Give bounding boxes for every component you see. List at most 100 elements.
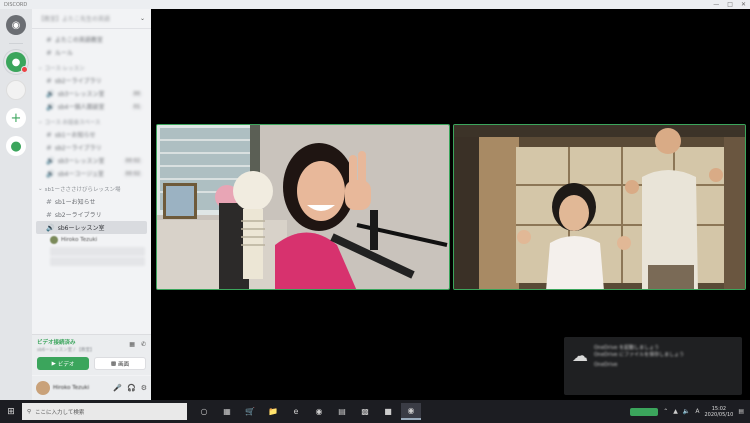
- category-header[interactable]: ⌄ sb1ーさささけびらレッスン場: [32, 180, 151, 195]
- channel-item[interactable]: 🔊 sb4ー個人面談室 01: [36, 100, 147, 113]
- taskbar-apps: ○ ▦ 🛒 📁 e ◉ ▤ ▩ ■ ◉: [194, 403, 421, 420]
- voice-member-blurred[interactable]: [50, 247, 145, 256]
- screen-share-button[interactable]: ▩ 画面: [94, 357, 146, 370]
- video-feed-students: [454, 125, 745, 289]
- onedrive-notification[interactable]: ☁ OneDrive を起動しましょう OneDrive にファイルを保存しまし…: [564, 337, 742, 395]
- channel-item[interactable]: 🔊 sb3ーレッスン室 00 02: [36, 154, 147, 167]
- category-header[interactable]: ⌄ コース·お話会スペース: [32, 113, 151, 128]
- chevron-icon: ⌄: [38, 186, 43, 192]
- user-bar: Hiroko Tezuki 🎤 🎧 ⚙: [32, 376, 151, 400]
- notification-app: OneDrive: [594, 362, 618, 368]
- hash-icon: #: [46, 48, 52, 57]
- channel-item[interactable]: # sb2ーライブラリ: [36, 208, 147, 221]
- explore-servers-button[interactable]: ●: [6, 136, 26, 156]
- speaker-icon: 🔊: [46, 102, 55, 111]
- close-icon[interactable]: ✕: [741, 1, 746, 8]
- channel-label: ルール: [54, 50, 73, 57]
- speaker-icon: 🔊: [46, 156, 55, 165]
- minimize-icon[interactable]: —: [713, 1, 719, 8]
- volume-icon[interactable]: 🔈: [683, 408, 690, 415]
- channel-item-selected[interactable]: 🔊 sb6ーレッスン室: [36, 221, 147, 234]
- video-tile[interactable]: [453, 124, 746, 290]
- channel-label: sb3ーレッスン室: [57, 158, 105, 165]
- compass-icon: ●: [10, 138, 22, 154]
- store-icon[interactable]: 🛒: [240, 403, 260, 420]
- channel-label: sb3ーレッスン室: [57, 91, 105, 98]
- server-icon-active[interactable]: ●: [6, 52, 28, 73]
- window-title: DISCORD: [4, 1, 28, 8]
- channel-item[interactable]: 🔊 sb4ーコージュ室 00 02: [36, 167, 147, 180]
- voice-member-blurred[interactable]: [50, 257, 145, 266]
- channel-label: sb6ーレッスン室: [57, 225, 105, 232]
- category-title: コース·お話会スペース: [44, 120, 101, 126]
- disconnect-icon[interactable]: ✆: [141, 341, 146, 348]
- avatar: [50, 236, 58, 244]
- document-icon[interactable]: ▤: [332, 403, 352, 420]
- server-icon[interactable]: [6, 80, 26, 100]
- notification-title: OneDrive を起動しましょう: [594, 345, 660, 351]
- channel-item[interactable]: # sb2ーライブラリ: [36, 141, 147, 154]
- discord-logo-icon: ◉: [11, 19, 21, 31]
- taskbar-search[interactable]: ⚲ ここに入力して検索: [22, 403, 187, 420]
- edge-icon[interactable]: e: [286, 403, 306, 420]
- channel-item[interactable]: # sb1ーお知らせ: [36, 128, 147, 141]
- channel-label: よたこの英語教室: [54, 37, 103, 44]
- cortana-icon[interactable]: ○: [194, 403, 214, 420]
- discord-taskbar-icon[interactable]: ◉: [401, 403, 421, 420]
- chevron-up-icon[interactable]: ⌃: [663, 408, 668, 415]
- user-count: 00: [131, 90, 142, 97]
- maximize-icon[interactable]: □: [727, 1, 733, 8]
- chrome-icon[interactable]: ◉: [309, 403, 329, 420]
- voice-buttons: ▶ ビデオ ▩ 画面: [37, 357, 146, 370]
- speaker-icon: 🔊: [46, 89, 55, 98]
- microphone-icon[interactable]: 🎤: [113, 384, 122, 392]
- speaker-icon: 🔊: [46, 223, 55, 232]
- voice-member-name: Hiroko Tezuki: [61, 237, 98, 243]
- channel-item[interactable]: # ルール: [36, 46, 147, 59]
- ime-icon[interactable]: A: [695, 408, 699, 415]
- signal-icon[interactable]: ▦: [129, 341, 135, 348]
- window-controls: — □ ✕: [713, 1, 746, 8]
- home-button[interactable]: ◉: [6, 15, 26, 35]
- user-controls: 🎤 🎧 ⚙: [113, 384, 147, 392]
- explorer-icon[interactable]: 📁: [263, 403, 283, 420]
- video-tile[interactable]: [156, 124, 450, 290]
- app-icon[interactable]: ■: [378, 403, 398, 420]
- hash-icon: #: [46, 197, 52, 206]
- start-button[interactable]: ⊞: [0, 400, 22, 423]
- hash-icon: #: [46, 143, 52, 152]
- channel-item[interactable]: 🔊 sb3ーレッスン室 00: [36, 87, 147, 100]
- hash-icon: #: [46, 130, 52, 139]
- headphones-icon[interactable]: 🎧: [127, 384, 136, 392]
- server-header[interactable]: 【教室】よたこ先生の英語 ⌄: [32, 9, 151, 29]
- action-center-icon[interactable]: ▤: [738, 408, 744, 415]
- plus-icon: +: [10, 110, 22, 126]
- category-title: コース·レッスン: [44, 66, 85, 72]
- user-name: Hiroko Tezuki: [53, 385, 90, 391]
- channel-label: sb1ーお知らせ: [54, 199, 96, 206]
- add-server-button[interactable]: +: [6, 108, 26, 128]
- gear-icon[interactable]: ⚙: [141, 384, 147, 392]
- avatar[interactable]: [36, 381, 50, 395]
- channel-label: sb2ーライブラリ: [54, 78, 102, 85]
- chevron-icon: ⌄: [38, 65, 43, 71]
- task-view-icon[interactable]: ▦: [217, 403, 237, 420]
- voice-member[interactable]: Hiroko Tezuki: [32, 234, 151, 246]
- briefcase-icon[interactable]: ▩: [355, 403, 375, 420]
- video-button[interactable]: ▶ ビデオ: [37, 357, 89, 370]
- speaker-icon: 🔊: [46, 169, 55, 178]
- user-count: 00 02: [123, 170, 142, 177]
- channel-item[interactable]: # よたこの英語教室: [36, 33, 147, 46]
- channel-label: sb4ーコージュ室: [57, 171, 104, 178]
- category-title: sb1ーさささけびらレッスン場: [44, 187, 121, 193]
- system-tray: ⌃ ▲ 🔈 A 15:02 2020/05/10 ▤: [630, 406, 750, 418]
- screen-button-label: 画面: [118, 361, 130, 368]
- tray-app-indicator[interactable]: [630, 407, 659, 416]
- clock[interactable]: 15:02 2020/05/10: [705, 406, 734, 418]
- network-icon[interactable]: ▲: [673, 408, 678, 415]
- channel-item[interactable]: # sb2ーライブラリ: [36, 74, 147, 87]
- category-header[interactable]: ⌄ コース·レッスン: [32, 59, 151, 74]
- video-feed-teacher: [157, 125, 449, 289]
- channel-item[interactable]: # sb1ーお知らせ: [36, 195, 147, 208]
- chevron-down-icon[interactable]: ⌄: [140, 15, 145, 22]
